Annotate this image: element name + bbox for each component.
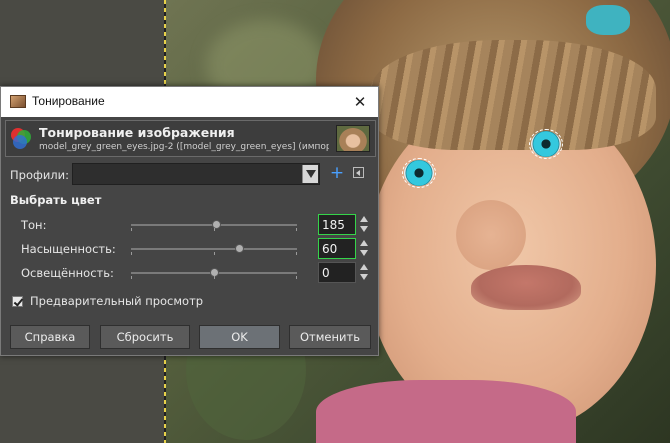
close-button[interactable]: ✕	[342, 87, 378, 117]
saturation-spin-arrows[interactable]	[359, 238, 369, 259]
photo-shirt	[316, 380, 576, 443]
arrow-up-icon[interactable]	[360, 240, 368, 246]
cancel-button[interactable]: Отменить	[289, 325, 371, 349]
help-button[interactable]: Справка	[10, 325, 90, 349]
section-title: Выбрать цвет	[10, 193, 102, 207]
slider-track	[131, 248, 297, 250]
dialog-header: Тонирование изображения model_grey_green…	[5, 120, 376, 157]
reset-button[interactable]: Сбросить	[100, 325, 190, 349]
arrow-up-icon[interactable]	[360, 264, 368, 270]
saturation-spinbox[interactable]: 60	[318, 238, 356, 259]
slider-tick	[296, 228, 297, 231]
photo-hair-clip	[586, 5, 630, 35]
hue-slider[interactable]	[131, 220, 297, 231]
profile-menu-icon[interactable]	[353, 167, 364, 178]
slider-tick	[131, 276, 132, 279]
arrow-down-icon[interactable]	[360, 274, 368, 280]
arrow-down-icon[interactable]	[360, 226, 368, 232]
hue-spinbox[interactable]: 185	[318, 214, 356, 235]
selected-eye-left	[402, 158, 436, 188]
lightness-label: Освещённость:	[21, 266, 114, 280]
slider-tick	[214, 252, 215, 255]
colorize-tool-icon	[11, 128, 31, 149]
saturation-slider[interactable]	[131, 244, 297, 255]
colorize-dialog: Тонирование ✕ Тонирование изображения mo…	[0, 86, 379, 356]
header-subtitle: model_grey_green_eyes.jpg-2 ([model_grey…	[39, 142, 329, 152]
chevron-down-icon[interactable]	[302, 165, 318, 183]
lightness-spin-arrows[interactable]	[359, 262, 369, 283]
app-icon	[10, 95, 26, 108]
image-thumbnail	[336, 125, 370, 152]
slider-tick	[296, 252, 297, 255]
photo-nose	[456, 200, 526, 270]
profile-label: Профили:	[10, 168, 69, 182]
ok-button[interactable]: OK	[199, 325, 280, 349]
dialog-title: Тонирование	[32, 94, 105, 108]
selected-eye-right	[529, 129, 563, 159]
preview-checkbox[interactable]	[12, 296, 23, 307]
slider-tick	[131, 252, 132, 255]
preview-label[interactable]: Предварительный просмотр	[30, 294, 203, 308]
hue-label: Тон:	[21, 218, 47, 232]
slider-tick	[214, 228, 215, 231]
header-title: Тонирование изображения	[39, 125, 235, 140]
slider-tick	[296, 276, 297, 279]
slider-handle[interactable]	[235, 244, 244, 253]
lightness-spinbox[interactable]: 0	[318, 262, 356, 283]
arrow-up-icon[interactable]	[360, 216, 368, 222]
lightness-slider[interactable]	[131, 268, 297, 279]
slider-tick	[214, 276, 215, 279]
saturation-label: Насыщенность:	[21, 242, 116, 256]
slider-tick	[131, 228, 132, 231]
profile-combobox[interactable]	[72, 163, 320, 185]
photo-fringe	[371, 40, 656, 150]
photo-mouth	[471, 265, 581, 310]
add-profile-button[interactable]: +	[329, 163, 345, 183]
dialog-titlebar[interactable]: Тонирование ✕	[1, 87, 378, 117]
hue-spin-arrows[interactable]	[359, 214, 369, 235]
arrow-down-icon[interactable]	[360, 250, 368, 256]
